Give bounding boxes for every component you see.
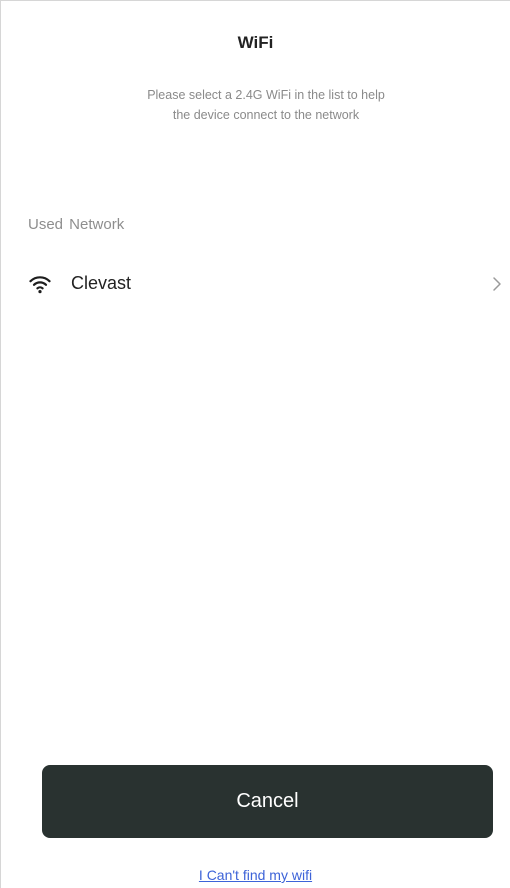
chevron-right-icon <box>492 276 502 292</box>
page-title: WiFi <box>237 33 274 52</box>
subtitle-line-1: Please select a 2.4G WiFi in the list to… <box>147 88 385 102</box>
section-label-used-network: Used Network <box>28 216 125 233</box>
subtitle-line-2: the device connect to the network <box>172 108 360 122</box>
wifi-select-screen: WiFi Please select a 2.4G WiFi in the li… <box>0 0 510 888</box>
page-subtitle: Please select a 2.4G WiFi in the list to… <box>81 85 451 125</box>
network-name: Clevast <box>71 273 132 293</box>
network-row-clevast[interactable]: Clevast <box>1 265 510 303</box>
cant-find-wifi-link[interactable]: I Can't find my wifi <box>1 867 510 883</box>
cancel-button[interactable]: Cancel <box>42 765 493 838</box>
wifi-icon <box>29 274 51 294</box>
